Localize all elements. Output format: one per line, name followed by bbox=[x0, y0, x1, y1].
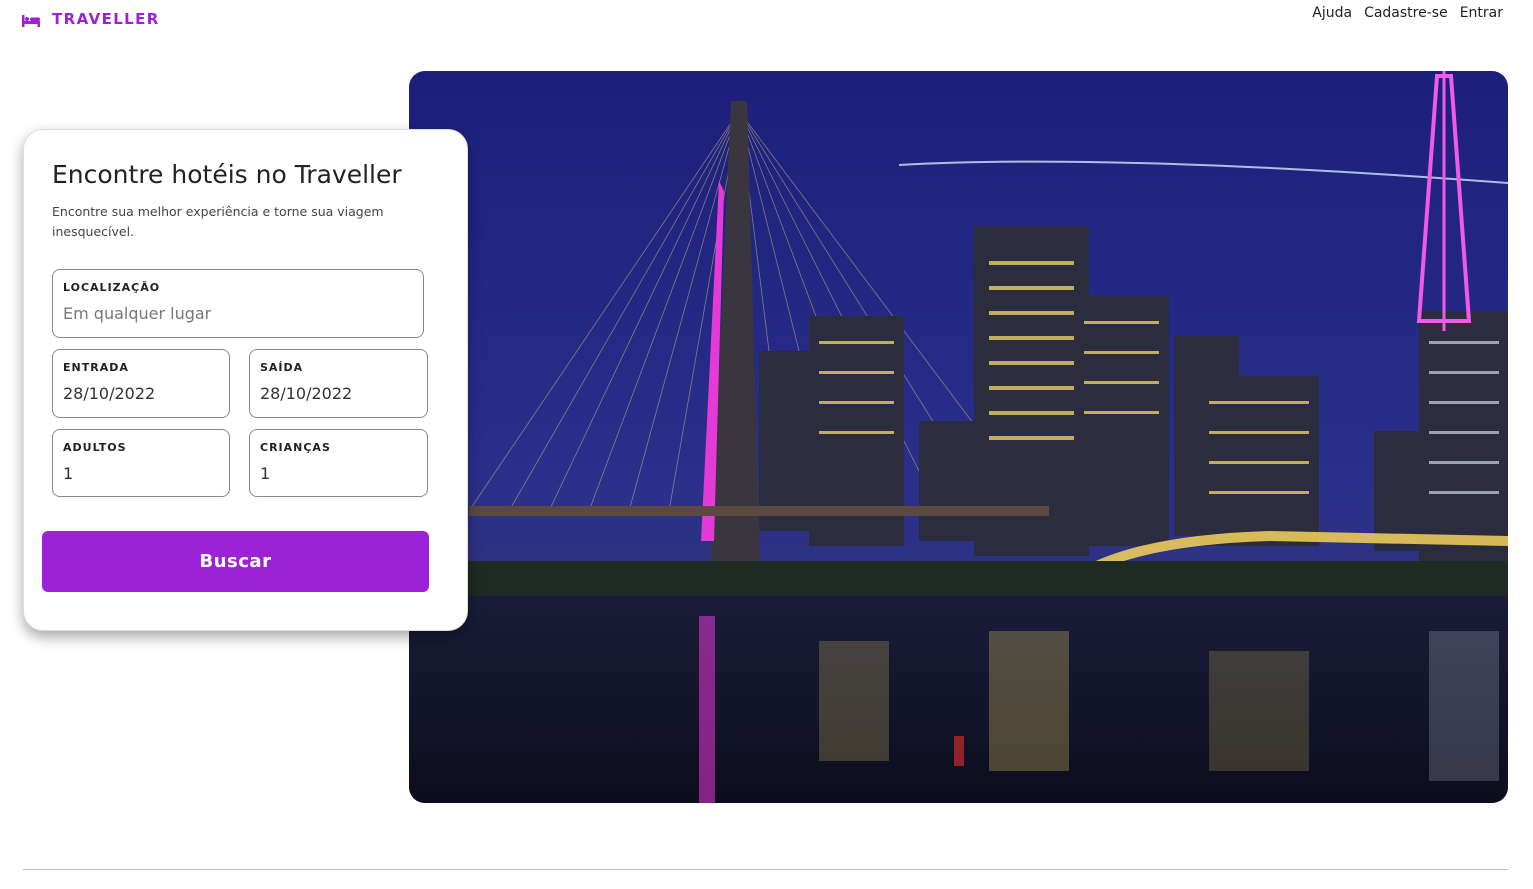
search-card-title: Encontre hotéis no Traveller bbox=[52, 160, 402, 189]
hero-image bbox=[409, 71, 1508, 803]
checkout-input[interactable] bbox=[260, 384, 417, 403]
search-button[interactable]: Buscar bbox=[42, 531, 429, 592]
checkin-field[interactable]: ENTRADA bbox=[52, 349, 230, 418]
location-field[interactable]: LOCALIZAÇÃO bbox=[52, 269, 424, 338]
brand-logo[interactable]: TRAVELLER bbox=[22, 10, 160, 28]
hotel-search-card: Encontre hotéis no Traveller Encontre su… bbox=[23, 129, 468, 631]
top-navigation: Ajuda Cadastre-se Entrar bbox=[1312, 5, 1503, 21]
checkin-label: ENTRADA bbox=[63, 361, 129, 374]
search-card-subtitle: Encontre sua melhor experiência e torne … bbox=[52, 204, 384, 239]
children-input[interactable] bbox=[260, 464, 417, 483]
adults-field[interactable]: ADULTOS bbox=[52, 429, 230, 497]
checkin-input[interactable] bbox=[63, 384, 219, 403]
children-field[interactable]: CRIANÇAS bbox=[249, 429, 428, 497]
nav-login-link[interactable]: Entrar bbox=[1460, 5, 1503, 21]
checkout-field[interactable]: SAÍDA bbox=[249, 349, 428, 418]
adults-label: ADULTOS bbox=[63, 441, 127, 454]
checkout-label: SAÍDA bbox=[260, 361, 304, 374]
bed-icon bbox=[22, 12, 40, 27]
adults-input[interactable] bbox=[63, 464, 219, 483]
nav-signup-link[interactable]: Cadastre-se bbox=[1364, 5, 1448, 21]
location-label: LOCALIZAÇÃO bbox=[63, 281, 161, 294]
footer-divider bbox=[23, 869, 1508, 870]
nav-help-link[interactable]: Ajuda bbox=[1312, 5, 1352, 21]
children-label: CRIANÇAS bbox=[260, 441, 331, 454]
brand-name: TRAVELLER bbox=[52, 10, 160, 28]
location-input[interactable] bbox=[63, 304, 413, 323]
